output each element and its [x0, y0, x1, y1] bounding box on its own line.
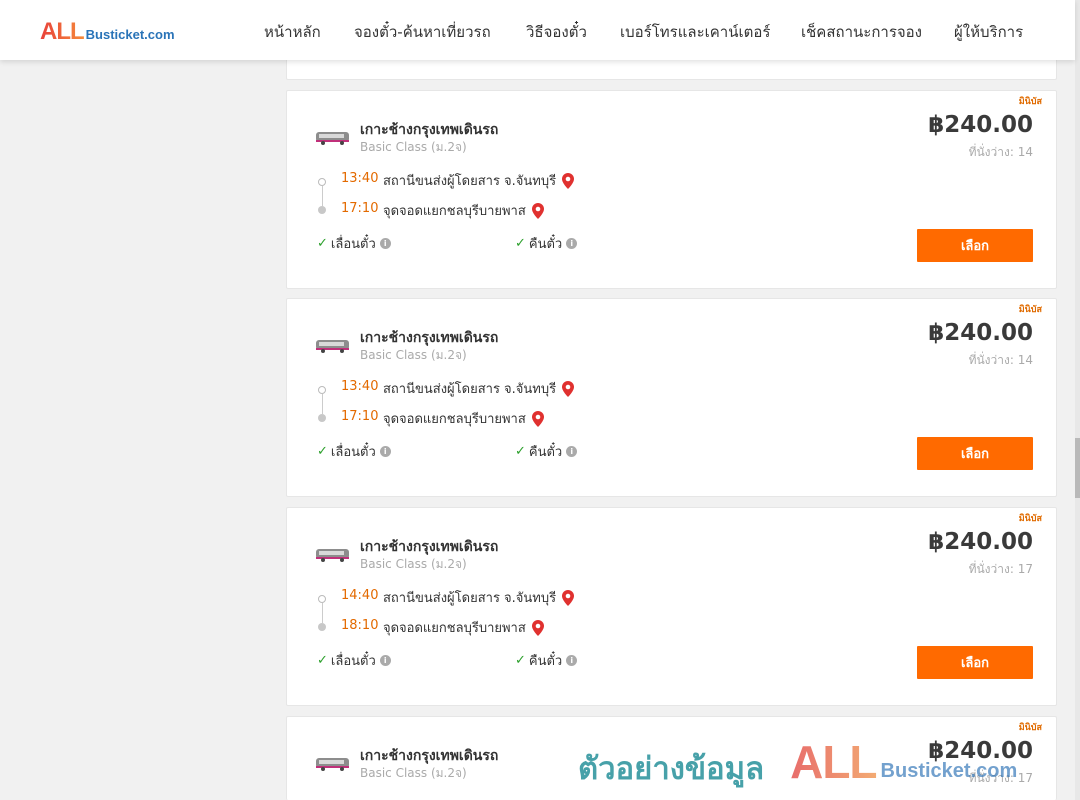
info-icon[interactable]: i: [566, 655, 578, 666]
seats-available: ที่นั่งว่าง: 17: [968, 771, 1033, 785]
arrival-dot-icon: [318, 206, 326, 214]
arrival-place: จุดจอดแยกชลบุรีบายพาส: [383, 617, 544, 638]
trip-card: มินิบัส เกาะช้างกรุงเทพเดินรถ Basic Clas…: [286, 716, 1057, 800]
feature-reschedule-label: เลื่อนตั๋ว: [330, 654, 376, 669]
trip-price: ฿240.00: [928, 738, 1033, 764]
departure-place: สถานีขนส่งผู้โดยสาร จ.จันทบุรี: [383, 587, 575, 608]
logo-all-text: ALL: [40, 18, 85, 45]
trip-card: มินิบัส เกาะช้างกรุงเทพเดินรถ Basic Clas…: [286, 90, 1057, 289]
arrival-time: 17:10: [341, 409, 379, 424]
arrival-dot-icon: [318, 623, 326, 631]
vehicle-type-badge: มินิบัส: [1018, 97, 1042, 107]
trip-card: มินิบัส เกาะช้างกรุงเทพเดินรถ Basic Clas…: [286, 507, 1057, 706]
departure-dot-icon: [318, 595, 326, 603]
check-icon: ✓: [515, 444, 526, 459]
map-pin-icon[interactable]: [562, 589, 575, 606]
nav-booking-search[interactable]: จองตั๋ว-ค้นหาเที่ยวรถ: [354, 20, 491, 44]
seats-available: ที่นั่งว่าง: 17: [968, 562, 1033, 576]
info-icon[interactable]: i: [566, 238, 578, 249]
select-trip-button[interactable]: เลือก: [917, 646, 1033, 679]
departure-time: 13:40: [341, 379, 379, 394]
trip-price: ฿240.00: [928, 529, 1033, 555]
bus-icon: [316, 758, 349, 771]
trip-card: มินิบัส เกาะช้างกรุงเทพเดินรถ Basic Clas…: [286, 298, 1057, 497]
departure-dot-icon: [318, 178, 326, 186]
departure-dot-icon: [318, 386, 326, 394]
map-pin-icon[interactable]: [562, 380, 575, 397]
feature-reschedule-label: เลื่อนตั๋ว: [330, 237, 376, 252]
arrival-time: 18:10: [341, 618, 379, 633]
info-icon[interactable]: i: [566, 446, 578, 457]
map-pin-icon[interactable]: [531, 410, 544, 427]
departure-place-text: สถานีขนส่งผู้โดยสาร จ.จันทบุรี: [383, 591, 557, 606]
feature-refund: ✓ คืนตั๋ว i: [515, 650, 578, 671]
bus-icon: [316, 549, 349, 562]
arrival-place-text: จุดจอดแยกชลบุรีบายพาส: [383, 412, 526, 427]
site-logo[interactable]: ALL Busticket.com: [40, 18, 175, 46]
trip-price: ฿240.00: [928, 320, 1033, 346]
arrival-place: จุดจอดแยกชลบุรีบายพาส: [383, 200, 544, 221]
trip-price: ฿240.00: [928, 112, 1033, 138]
arrival-place-text: จุดจอดแยกชลบุรีบายพาส: [383, 621, 526, 636]
nav-operators[interactable]: ผู้ให้บริการ: [954, 20, 1023, 44]
logo-busticket-text: Busticket.com: [85, 27, 175, 42]
info-icon[interactable]: i: [379, 655, 391, 666]
seats-available: ที่นั่งว่าง: 14: [968, 145, 1033, 159]
select-trip-button[interactable]: เลือก: [917, 229, 1033, 262]
departure-time: 13:40: [341, 171, 379, 186]
departure-place-text: สถานีขนส่งผู้โดยสาร จ.จันทบุรี: [383, 174, 557, 189]
departure-place: สถานีขนส่งผู้โดยสาร จ.จันทบุรี: [383, 378, 575, 399]
route-line: [322, 186, 323, 206]
arrival-place-text: จุดจอดแยกชลบุรีบายพาส: [383, 204, 526, 219]
nav-phone-counter[interactable]: เบอร์โทรและเคาน์เตอร์: [620, 20, 770, 44]
nav-check-status[interactable]: เช็คสถานะการจอง: [801, 20, 922, 44]
map-pin-icon[interactable]: [531, 202, 544, 219]
service-class: Basic Class (ม.2จ): [360, 140, 467, 154]
service-class: Basic Class (ม.2จ): [360, 766, 467, 780]
arrival-place: จุดจอดแยกชลบุรีบายพาส: [383, 408, 544, 429]
departure-time: 14:40: [341, 588, 379, 603]
check-icon: ✓: [515, 236, 526, 251]
info-icon[interactable]: i: [379, 238, 391, 249]
feature-refund-label: คืนตั๋ว: [528, 445, 563, 460]
seats-available: ที่นั่งว่าง: 14: [968, 353, 1033, 367]
route-line: [322, 603, 323, 623]
feature-refund-label: คืนตั๋ว: [528, 237, 563, 252]
departure-place-text: สถานีขนส่งผู้โดยสาร จ.จันทบุรี: [383, 382, 557, 397]
scrollbar-thumb[interactable]: [1075, 438, 1080, 498]
vehicle-type-badge: มินิบัส: [1018, 514, 1042, 524]
feature-reschedule: ✓ เลื่อนตั๋ว i: [317, 441, 391, 462]
departure-place: สถานีขนส่งผู้โดยสาร จ.จันทบุรี: [383, 170, 575, 191]
check-icon: ✓: [317, 444, 328, 459]
nav-how-to-book[interactable]: วิธีจองตั๋ว: [526, 20, 587, 44]
arrival-time: 17:10: [341, 201, 379, 216]
service-class: Basic Class (ม.2จ): [360, 348, 467, 362]
service-class: Basic Class (ม.2จ): [360, 557, 467, 571]
vehicle-type-badge: มินิบัส: [1018, 723, 1042, 733]
scrollbar-track[interactable]: [1075, 0, 1080, 800]
map-pin-icon[interactable]: [562, 172, 575, 189]
check-icon: ✓: [515, 653, 526, 668]
vehicle-type-badge: มินิบัส: [1018, 305, 1042, 315]
feature-refund: ✓ คืนตั๋ว i: [515, 441, 578, 462]
feature-reschedule: ✓ เลื่อนตั๋ว i: [317, 650, 391, 671]
map-pin-icon[interactable]: [531, 619, 544, 636]
feature-refund: ✓ คืนตั๋ว i: [515, 233, 578, 254]
arrival-dot-icon: [318, 414, 326, 422]
check-icon: ✓: [317, 653, 328, 668]
check-icon: ✓: [317, 236, 328, 251]
bus-icon: [316, 132, 349, 145]
feature-reschedule-label: เลื่อนตั๋ว: [330, 445, 376, 460]
select-trip-button[interactable]: เลือก: [917, 437, 1033, 470]
feature-refund-label: คืนตั๋ว: [528, 654, 563, 669]
info-icon[interactable]: i: [379, 446, 391, 457]
bus-icon: [316, 340, 349, 353]
nav-home[interactable]: หน้าหลัก: [264, 20, 321, 44]
site-header: ALL Busticket.com หน้าหลัก จองตั๋ว-ค้นหา…: [0, 0, 1075, 60]
feature-reschedule: ✓ เลื่อนตั๋ว i: [317, 233, 391, 254]
route-line: [322, 394, 323, 414]
